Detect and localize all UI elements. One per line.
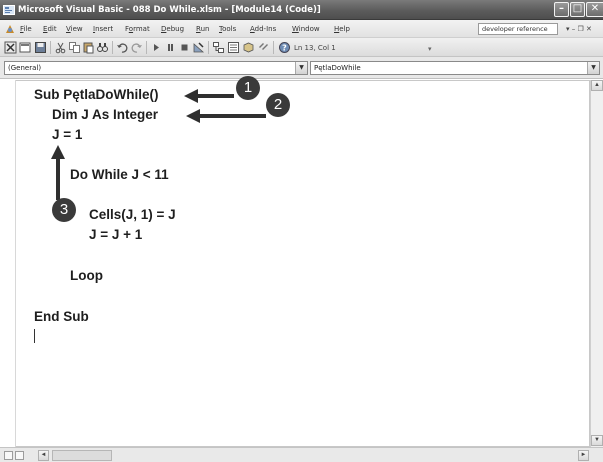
menu-run[interactable]: Run	[196, 24, 209, 34]
menu-help[interactable]: Help	[334, 24, 350, 34]
code-line-cells[interactable]: Cells(J, 1) = J	[89, 207, 176, 223]
callout-3-badge: 3	[52, 198, 76, 222]
chevron-down-icon[interactable]: ▼	[295, 62, 307, 74]
title-bar: Microsoft Visual Basic - 088 Do While.xl…	[0, 0, 603, 20]
code-line-do-while[interactable]: Do While J < 11	[70, 167, 169, 183]
redo-icon[interactable]	[130, 41, 143, 54]
scroll-left-icon[interactable]: ◄	[38, 450, 49, 461]
save-icon[interactable]	[34, 41, 47, 54]
menu-add-ins[interactable]: Add-Ins	[250, 24, 276, 34]
callout-1-badge: 1	[236, 76, 260, 100]
code-line-end-sub[interactable]: End Sub	[34, 309, 89, 325]
vba-app-icon	[3, 5, 15, 15]
close-button[interactable]: ✕	[586, 2, 603, 17]
properties-icon[interactable]	[227, 41, 240, 54]
undo-icon[interactable]	[116, 41, 129, 54]
design-mode-icon[interactable]	[192, 41, 205, 54]
scroll-right-icon[interactable]: ►	[578, 450, 589, 461]
maximize-button[interactable]: □	[570, 2, 585, 17]
chevron-down-icon[interactable]: ▼	[587, 62, 599, 74]
code-line-increment[interactable]: J = J + 1	[89, 227, 142, 243]
menu-file[interactable]: File	[20, 24, 32, 34]
svg-text:?: ?	[282, 44, 287, 53]
horizontal-scrollbar[interactable]: ◄ ►	[0, 447, 603, 462]
help-search-input[interactable]: developer reference	[478, 23, 558, 35]
full-module-view-icon[interactable]	[15, 451, 24, 460]
toolbar-overflow-icon[interactable]: ▾	[428, 45, 432, 55]
object-combo[interactable]: (General) ▼	[4, 61, 308, 75]
copy-icon[interactable]	[68, 41, 81, 54]
menu-view[interactable]: View	[66, 24, 83, 34]
project-explorer-icon[interactable]	[212, 41, 225, 54]
procedure-view-icon[interactable]	[4, 451, 13, 460]
object-browser-icon[interactable]	[242, 41, 255, 54]
scroll-up-icon[interactable]: ▲	[591, 80, 603, 91]
excel-icon[interactable]	[4, 41, 17, 54]
menu-window[interactable]: Window	[292, 24, 320, 34]
object-combo-value: (General)	[8, 64, 42, 72]
menu-bar: File Edit View Insert Format Debug Run T…	[0, 20, 603, 38]
text-caret	[34, 329, 35, 343]
menu-debug[interactable]: Debug	[161, 24, 184, 34]
standard-toolbar: ? Ln 13, Col 1 ▾	[0, 38, 603, 57]
run-icon[interactable]	[150, 41, 163, 54]
code-line-sub[interactable]: Sub PętlaDoWhile()	[34, 87, 159, 103]
callout-2-badge: 2	[266, 93, 290, 117]
code-line-loop[interactable]: Loop	[70, 268, 103, 284]
insert-module-icon[interactable]	[19, 41, 32, 54]
procedure-combo-value: PętlaDoWhile	[314, 64, 361, 72]
break-icon[interactable]	[164, 41, 177, 54]
reset-icon[interactable]	[178, 41, 191, 54]
margin-indicator-bar[interactable]	[4, 80, 16, 447]
cut-icon[interactable]	[54, 41, 67, 54]
vertical-scrollbar[interactable]: ▲ ▼	[590, 80, 603, 447]
find-icon[interactable]	[96, 41, 109, 54]
scroll-thumb[interactable]	[52, 450, 112, 461]
code-editor[interactable]	[4, 80, 590, 447]
toolbox-icon[interactable]	[257, 41, 270, 54]
minimize-button[interactable]: –	[554, 2, 569, 17]
code-line-dim[interactable]: Dim J As Integer	[52, 107, 158, 123]
menu-tools[interactable]: Tools	[219, 24, 236, 34]
menu-edit[interactable]: Edit	[43, 24, 57, 34]
scroll-down-icon[interactable]: ▼	[591, 435, 603, 446]
code-window-header: (General) ▼ PętlaDoWhile ▼	[0, 57, 603, 79]
help-icon[interactable]: ?	[278, 41, 291, 54]
menu-insert[interactable]: Insert	[93, 24, 113, 34]
paste-icon[interactable]	[82, 41, 95, 54]
window-title: Microsoft Visual Basic - 088 Do While.xl…	[18, 5, 321, 15]
document-window-controls[interactable]: ▾ – ❐ ✕	[566, 24, 592, 34]
vba-project-icon[interactable]	[4, 23, 16, 35]
menu-format[interactable]: Format	[125, 24, 150, 34]
code-line-init[interactable]: J = 1	[52, 127, 82, 143]
procedure-combo[interactable]: PętlaDoWhile ▼	[310, 61, 600, 75]
cursor-position: Ln 13, Col 1	[294, 44, 336, 52]
